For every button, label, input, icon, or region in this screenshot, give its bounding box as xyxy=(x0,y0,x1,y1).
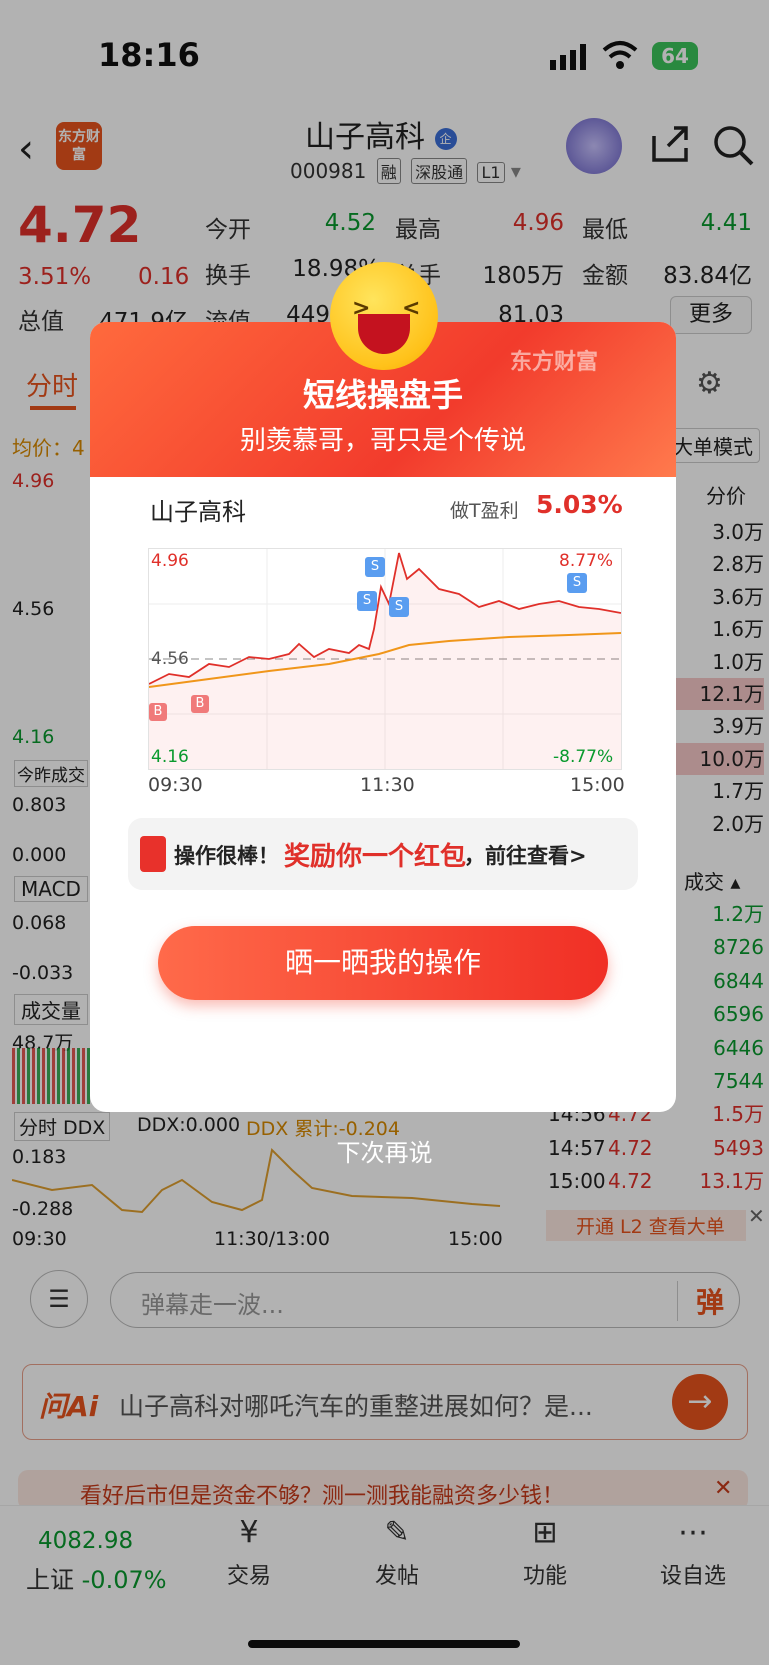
chart-time-mid: 11:30 xyxy=(360,774,415,796)
intraday-chart: 4.96 4.56 4.16 8.77% -8.77% B B S S S S xyxy=(148,548,622,770)
rp-text-prefix: 操作很棒！ xyxy=(174,844,279,868)
sell-marker: S xyxy=(389,597,409,617)
achievement-modal: 东方财富 短线操盘手 别羡慕哥，哥只是个传说 山子高科 做T盈利 5.03% 4… xyxy=(90,322,676,1112)
red-packet-icon xyxy=(140,836,166,872)
chart-pct-lo: -8.77% xyxy=(553,747,614,767)
laughing-emoji-icon: > < xyxy=(330,262,438,370)
chart-y-lo: 4.16 xyxy=(151,747,189,767)
sell-marker: S xyxy=(365,557,385,577)
profit-label: 做T盈利 xyxy=(450,500,519,522)
rp-text-suffix: ，前往查看> xyxy=(464,844,587,868)
chart-y-mid: 4.56 xyxy=(151,649,189,669)
chart-time-end: 15:00 xyxy=(570,774,625,796)
modal-stock-name: 山子高科 xyxy=(150,498,246,526)
chart-time-start: 09:30 xyxy=(148,774,203,796)
later-button[interactable]: 下次再说 xyxy=(0,1133,769,1168)
modal-subtitle: 别羡慕哥，哥只是个传说 xyxy=(239,426,526,456)
buy-marker: B xyxy=(191,695,209,713)
share-operation-button[interactable]: 晒一晒我的操作 xyxy=(158,926,608,1000)
modal-title: 短线操盘手 xyxy=(302,376,463,414)
red-packet-banner[interactable]: 操作很棒！ 奖励你一个红包 ，前往查看> xyxy=(128,818,638,890)
sell-marker: S xyxy=(567,573,587,593)
rp-text-highlight: 奖励你一个红包 xyxy=(284,842,467,872)
profit-value: 5.03% xyxy=(536,490,623,519)
sell-marker: S xyxy=(357,591,377,611)
chart-pct-hi: 8.77% xyxy=(559,551,614,571)
chart-y-hi: 4.96 xyxy=(151,551,189,571)
buy-marker: B xyxy=(149,703,167,721)
